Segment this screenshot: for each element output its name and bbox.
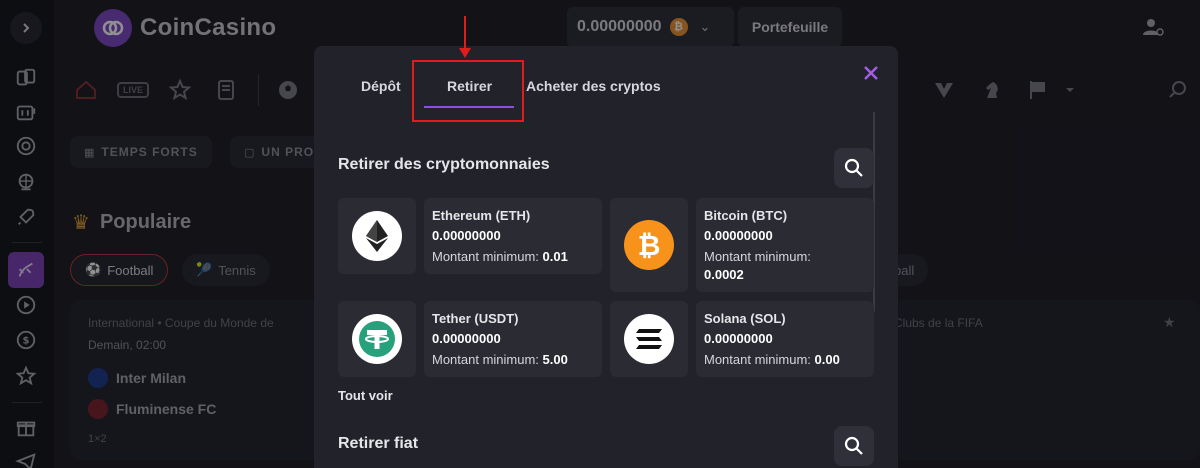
coin-minimum: Montant minimum: 0.0002	[704, 249, 811, 282]
coin-minimum: Montant minimum: 0.00	[704, 352, 840, 367]
coin-name: Solana (SOL)	[704, 311, 786, 326]
coin-name: Ethereum (ETH)	[432, 208, 531, 223]
coin-minimum: Montant minimum: 5.00	[432, 352, 568, 367]
btc-icon-box[interactable]: ₿	[610, 198, 688, 292]
search-icon	[844, 158, 863, 177]
coin-card-btc[interactable]: Bitcoin (BTC) 0.00000000 Montant minimum…	[696, 198, 874, 292]
coin-amount: 0.00000000	[432, 228, 501, 243]
annotation-arrow	[464, 16, 466, 52]
close-icon[interactable]	[862, 64, 880, 82]
coin-amount: 0.00000000	[704, 331, 773, 346]
sol-icon-box[interactable]	[610, 301, 688, 377]
solana-icon	[624, 314, 674, 364]
annotation-arrow-head	[459, 48, 471, 58]
annotation-highlight-box	[412, 60, 524, 122]
coin-name: Bitcoin (BTC)	[704, 208, 788, 223]
coin-card-eth[interactable]: Ethereum (ETH) 0.00000000 Montant minimu…	[424, 198, 602, 274]
fiat-section-title: Retirer fiat	[338, 435, 419, 452]
coin-card-usdt[interactable]: Tether (USDT) 0.00000000 Montant minimum…	[424, 301, 602, 377]
coin-card-sol[interactable]: Solana (SOL) 0.00000000 Montant minimum:…	[696, 301, 874, 377]
see-all-link[interactable]: Tout voir	[338, 388, 393, 403]
coin-name: Tether (USDT)	[432, 311, 519, 326]
tether-icon	[352, 314, 402, 364]
coin-amount: 0.00000000	[432, 331, 501, 346]
search-icon	[844, 436, 863, 455]
tab-buy-crypto[interactable]: Acheter des cryptos	[526, 78, 661, 94]
coin-amount: 0.00000000	[704, 228, 773, 243]
fiat-search-button[interactable]	[834, 426, 874, 466]
usdt-icon-box[interactable]	[338, 301, 416, 377]
tab-deposit[interactable]: Dépôt	[361, 78, 401, 94]
bitcoin-coin-icon: ₿	[624, 220, 674, 270]
eth-icon-box[interactable]	[338, 198, 416, 274]
coin-minimum: Montant minimum: 0.01	[432, 249, 568, 264]
crypto-search-button[interactable]	[834, 148, 874, 188]
crypto-section-title: Retirer des cryptomonnaies	[338, 156, 550, 173]
ethereum-icon	[352, 211, 402, 261]
